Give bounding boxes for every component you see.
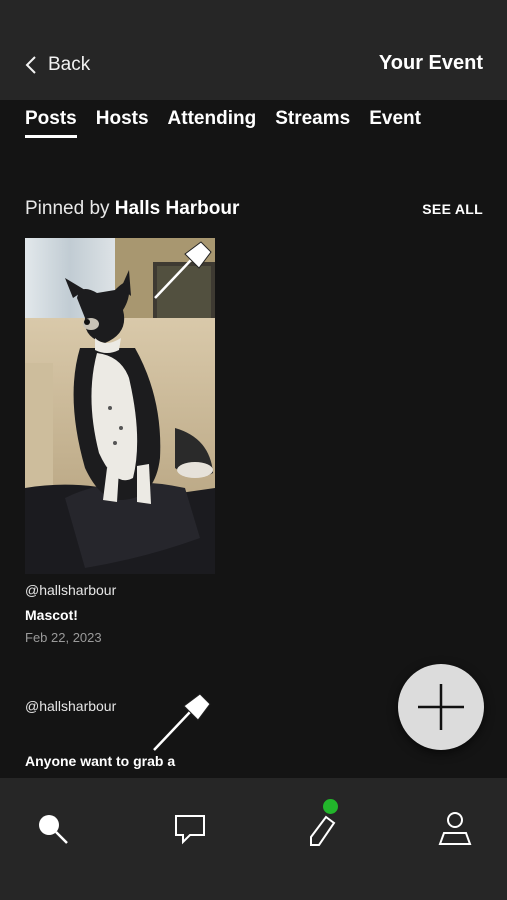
notification-dot (323, 799, 338, 814)
back-button[interactable]: Back (24, 54, 90, 76)
add-post-button[interactable] (398, 664, 484, 750)
pointer-cursor-icon (153, 693, 211, 751)
pinned-header: Pinned by Halls Harbour SEE ALL (25, 198, 483, 220)
app-header: Back Your Event (0, 30, 507, 100)
post-username[interactable]: @hallsharbour (25, 698, 116, 714)
profile-icon (438, 812, 472, 845)
tab-streams[interactable]: Streams (275, 108, 350, 138)
pencil-icon (310, 815, 336, 846)
pointer-cursor-icon (154, 241, 212, 299)
pinned-host: Halls Harbour (114, 198, 240, 219)
page-title: Your Event (378, 52, 483, 74)
nav-create[interactable] (298, 799, 348, 854)
pinned-prefix: Pinned by (25, 198, 115, 219)
search-icon (39, 815, 68, 844)
post-username[interactable]: @hallsharbour (25, 582, 116, 598)
chat-icon (175, 815, 205, 845)
status-bar (0, 0, 507, 30)
post-image[interactable] (25, 238, 215, 574)
tab-hosts[interactable]: Hosts (96, 108, 149, 138)
bottom-nav (0, 778, 507, 900)
nav-search[interactable] (28, 804, 78, 854)
tab-posts[interactable]: Posts (25, 108, 77, 138)
post-title[interactable]: Mascot! (25, 607, 78, 623)
plus-icon (418, 684, 464, 730)
chevron-left-icon (25, 56, 36, 74)
nav-chat[interactable] (165, 804, 215, 854)
tab-bar: Posts Hosts Attending Streams Event (25, 108, 421, 138)
tab-event[interactable]: Event (369, 108, 421, 138)
post-date: Feb 22, 2023 (25, 630, 102, 645)
back-label: Back (48, 54, 91, 75)
tab-attending[interactable]: Attending (168, 108, 257, 138)
see-all-link[interactable]: SEE ALL (422, 201, 483, 217)
pinned-label: Pinned by Halls Harbour (25, 198, 239, 220)
post-title[interactable]: Anyone want to grab a (25, 753, 175, 769)
nav-profile[interactable] (430, 804, 480, 854)
